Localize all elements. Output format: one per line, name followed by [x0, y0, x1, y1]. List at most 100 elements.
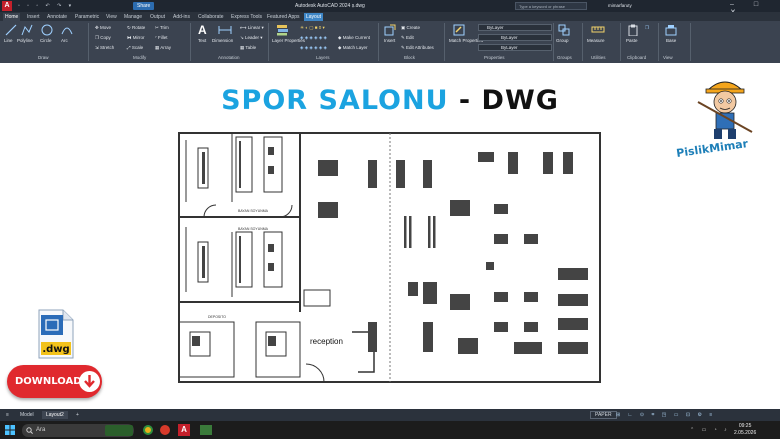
polyline-tool[interactable]: Polyline	[17, 38, 33, 43]
tab-insert[interactable]: Insert	[25, 13, 42, 21]
dimension-tool[interactable]: Dimension	[212, 38, 233, 43]
lineweight-dropdown[interactable]: ByLayer	[478, 44, 552, 51]
separator	[444, 23, 445, 61]
match-layer-button[interactable]: ◆ Match Layer	[338, 45, 367, 51]
arc-icon[interactable]	[61, 24, 73, 36]
app-taskbar-icon[interactable]	[200, 425, 212, 435]
create-block-button[interactable]: ▣ Create	[401, 25, 420, 31]
table-label: Table	[245, 45, 257, 50]
rotate-tool[interactable]: ↻ Rotate	[127, 25, 145, 31]
separator	[190, 23, 191, 61]
tab-add-ins[interactable]: Add-ins	[171, 13, 192, 21]
fillet-tool[interactable]: ◜ Fillet	[155, 35, 168, 41]
windows-start-icon[interactable]	[5, 425, 15, 435]
share-button[interactable]: Share	[133, 2, 155, 10]
chrome-icon[interactable]	[143, 425, 153, 435]
move-tool[interactable]: ✥ Move	[95, 25, 111, 31]
mirror-tool[interactable]: ⧓ Mirror	[127, 35, 145, 41]
panel-label-modify[interactable]: Modify	[133, 55, 146, 60]
linetype-dropdown[interactable]: ByLayer	[478, 34, 552, 41]
tab-home[interactable]: Home	[3, 13, 21, 21]
add-layout-button[interactable]: +	[72, 411, 83, 419]
search-input[interactable]: Type a keyword or phrase	[515, 2, 587, 10]
edit-block-button[interactable]: ✎ Edit	[401, 35, 414, 41]
panel-label-annotation[interactable]: Annotation	[218, 55, 240, 60]
download-button[interactable]: DOWNLOAD	[7, 365, 102, 398]
paste-button[interactable]: Paste	[626, 38, 638, 43]
make-current-button[interactable]: ◆ Make Current	[338, 35, 370, 41]
array-label: Array	[160, 45, 172, 50]
measure-button[interactable]: Measure	[587, 38, 605, 43]
panel-label-block[interactable]: Block	[404, 55, 415, 60]
separator	[88, 23, 89, 61]
tab-manage[interactable]: Manage	[122, 13, 144, 21]
quick-access-toolbar[interactable]: ▫ ▫ ▫ ↶ ↷ ▾	[18, 3, 74, 9]
line-icon[interactable]	[5, 24, 17, 36]
status-toggles[interactable]: ⊞ ∟ ⊙ ⌗ ◳ ▭ ⊡ ⚙ ≡	[612, 411, 719, 419]
layer-dropdown[interactable]: ☀ ◐ ▢ ■ 0 ▾	[300, 25, 325, 31]
tab-collaborate[interactable]: Collaborate	[196, 13, 226, 21]
scale-tool[interactable]: ⤢ Scale	[127, 45, 143, 50]
text-tool[interactable]: Text	[198, 38, 206, 43]
copy-tool[interactable]: ❐ Copy	[95, 35, 111, 41]
table-tool[interactable]: ▦ Table	[240, 45, 256, 51]
mirror-label: Mirror	[132, 35, 145, 40]
circle-icon[interactable]	[41, 24, 53, 36]
leader-dropdown[interactable]: ↘ Leader ▾	[240, 35, 263, 41]
layer-properties-icon[interactable]	[276, 24, 289, 36]
autocad-logo-icon[interactable]: A	[2, 1, 12, 11]
layer-tools-row-2[interactable]: ◈ ◈ ◈ ◈ ◈ ◈	[300, 45, 327, 51]
stretch-tool[interactable]: ⇲ Stretch	[95, 45, 114, 51]
color-dropdown[interactable]: ByLayer	[478, 24, 552, 31]
measure-icon[interactable]	[591, 24, 605, 36]
taskbar-widget-forest[interactable]	[105, 425, 133, 436]
taskbar-clock[interactable]: 09:25 2.05.2026	[734, 423, 756, 436]
model-tab[interactable]: Model	[16, 411, 38, 419]
copy-clip-icon[interactable]: ❐	[645, 25, 649, 31]
tab-output[interactable]: Output	[148, 13, 167, 21]
panel-label-view[interactable]: View	[663, 55, 673, 60]
group-button[interactable]: Group	[556, 38, 569, 43]
user-account[interactable]: mimarfaruty	[608, 3, 632, 8]
edit-attributes-label: Edit Attributes	[406, 45, 434, 50]
panel-label-groups[interactable]: Groups	[557, 55, 572, 60]
layer-tools-row[interactable]: ◈ ◈ ◈ ◈ ◈ ◈	[300, 35, 327, 41]
insert-block-icon[interactable]	[384, 24, 396, 36]
array-tool[interactable]: ▦ Array	[155, 45, 171, 51]
panel-label-utilities[interactable]: Utilities	[591, 55, 606, 60]
panel-label-clipboard[interactable]: Clipboard	[627, 55, 646, 60]
tab-parametric[interactable]: Parametric	[73, 13, 101, 21]
polyline-icon[interactable]	[21, 24, 33, 36]
line-tool[interactable]: Line	[4, 38, 13, 43]
layout-menu-icon[interactable]: ≡	[2, 411, 13, 419]
group-icon[interactable]	[558, 24, 570, 36]
title-part-1: SPOR SALONU	[221, 85, 449, 116]
tab-view[interactable]: View	[104, 13, 119, 21]
paste-icon[interactable]	[627, 24, 639, 36]
text-icon[interactable]: A	[198, 23, 207, 37]
system-tray-icons[interactable]: ⌃ ▭ ◔ ♪	[690, 427, 730, 433]
download-label: DOWNLOAD	[15, 376, 82, 387]
stretch-label: Stretch	[100, 45, 115, 50]
panel-label-draw[interactable]: Draw	[38, 55, 49, 60]
dimension-icon[interactable]	[218, 25, 232, 35]
base-view-icon[interactable]	[665, 24, 677, 36]
match-properties-icon[interactable]	[453, 24, 465, 36]
panel-label-properties[interactable]: Properties	[484, 55, 505, 60]
window-title: Autodesk AutoCAD 2024 ṣ.dwg	[295, 3, 365, 9]
tab-express-tools[interactable]: Express Tools	[229, 13, 264, 21]
edit-attributes-button[interactable]: ✎ Edit Attributes	[401, 45, 434, 51]
circle-tool[interactable]: Circle	[40, 38, 52, 43]
base-button[interactable]: Base	[666, 38, 676, 43]
trim-tool[interactable]: ✂ Trim	[155, 25, 169, 31]
autocad-taskbar-icon[interactable]: A	[178, 424, 190, 436]
layout2-tab[interactable]: Layout2	[42, 411, 68, 419]
opera-icon[interactable]	[160, 425, 170, 435]
panel-label-layers[interactable]: Layers	[316, 55, 330, 60]
insert-button[interactable]: Insert	[384, 38, 395, 43]
tab-annotate[interactable]: Annotate	[45, 13, 69, 21]
tab-layout[interactable]: Layout	[304, 13, 324, 21]
arc-tool[interactable]: Arc	[61, 38, 68, 43]
tab-featured-apps[interactable]: Featured Apps	[265, 13, 302, 21]
linear-dropdown[interactable]: ⟷ Linear ▾	[240, 25, 264, 31]
